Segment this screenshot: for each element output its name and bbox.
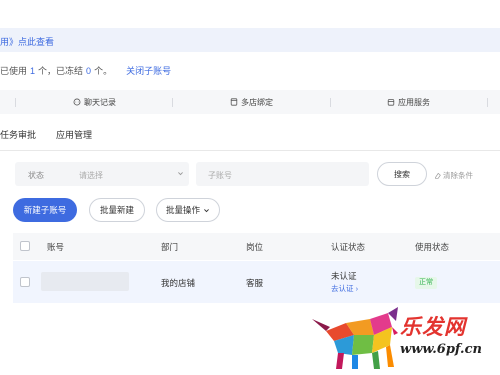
notice-link[interactable]: 用》点此查看 bbox=[0, 35, 54, 48]
watermark-brand-name: 乐发网 bbox=[400, 314, 466, 339]
column-header-auth-status: 认证状态 bbox=[331, 242, 366, 252]
auth-status-cell: 未认证 bbox=[331, 271, 357, 281]
go-verify-link[interactable]: 去认证 › bbox=[331, 283, 358, 294]
column-header-account: 账号 bbox=[47, 242, 65, 252]
department-cell: 我的店铺 bbox=[161, 278, 196, 288]
feature-nav: 聊天记录 多店绑定 应用服务 bbox=[0, 90, 500, 114]
clear-filters-button[interactable]: 清除条件 bbox=[434, 170, 473, 181]
notice-bar: 用》点此查看 bbox=[0, 28, 500, 52]
search-button[interactable]: 搜索 bbox=[377, 162, 427, 186]
used-count: 1 bbox=[30, 66, 36, 76]
nav-item-app-services[interactable]: 应用服务 bbox=[387, 90, 430, 114]
usage-mid: 个，已冻结 bbox=[38, 66, 84, 76]
account-cell bbox=[41, 272, 129, 291]
nav-divider bbox=[487, 98, 488, 107]
batch-ops-label: 批量操作 bbox=[165, 205, 200, 215]
bull-logo-icon bbox=[312, 307, 398, 369]
subaccount-placeholder: 子账号 bbox=[208, 171, 232, 180]
usage-suffix: 个。 bbox=[94, 66, 113, 76]
tab-task-approval[interactable]: 任务审批 bbox=[0, 128, 36, 141]
frozen-count: 0 bbox=[86, 66, 92, 76]
table-header: 账号 部门 岗位 认证状态 使用状态 bbox=[13, 233, 500, 260]
clear-filters-label: 清除条件 bbox=[443, 171, 473, 180]
new-subaccount-label: 新建子账号 bbox=[23, 205, 67, 215]
nav-divider bbox=[330, 98, 331, 107]
status-label: 状态 bbox=[28, 171, 44, 180]
status-select[interactable]: 状态 请选择 bbox=[15, 162, 189, 186]
store-icon bbox=[230, 98, 238, 106]
watermark-logo: 乐发网 www.6pf.cn bbox=[308, 305, 500, 375]
nav-divider bbox=[15, 98, 16, 107]
usage-summary: 已使用 1 个，已冻结 0 个。 关闭子账号 bbox=[0, 64, 171, 77]
nav-divider bbox=[172, 98, 173, 107]
batch-new-button[interactable]: 批量新建 bbox=[89, 198, 145, 222]
chevron-down-icon bbox=[178, 172, 183, 176]
new-subaccount-button[interactable]: 新建子账号 bbox=[13, 198, 77, 222]
table-row: 我的店铺 客服 未认证 去认证 › 正常 bbox=[13, 261, 500, 303]
calendar-icon bbox=[387, 99, 395, 106]
tab-app-management[interactable]: 应用管理 bbox=[56, 128, 92, 141]
status-placeholder: 请选择 bbox=[79, 171, 103, 180]
column-header-position: 岗位 bbox=[246, 242, 264, 252]
column-header-use-status: 使用状态 bbox=[415, 242, 450, 252]
nav-item-multi-store[interactable]: 多店绑定 bbox=[230, 90, 273, 114]
nav-item-label: 聊天记录 bbox=[84, 97, 116, 107]
select-all-checkbox[interactable] bbox=[20, 241, 30, 251]
row-checkbox[interactable] bbox=[20, 277, 30, 287]
usage-prefix: 已使用 bbox=[0, 66, 28, 76]
chat-icon bbox=[73, 98, 81, 106]
position-cell: 客服 bbox=[246, 278, 264, 288]
use-status-badge: 正常 bbox=[415, 277, 437, 289]
subaccount-search-input[interactable]: 子账号 bbox=[196, 162, 369, 186]
batch-new-label: 批量新建 bbox=[99, 205, 134, 215]
chevron-down-icon bbox=[204, 208, 209, 212]
batch-ops-button[interactable]: 批量操作 bbox=[156, 198, 220, 222]
watermark-url: www.6pf.cn bbox=[400, 342, 482, 357]
search-button-label: 搜索 bbox=[394, 169, 410, 179]
chevron-right-icon: › bbox=[355, 284, 359, 293]
nav-item-label: 多店绑定 bbox=[241, 97, 273, 107]
close-subaccount-link[interactable]: 关闭子账号 bbox=[126, 66, 171, 76]
go-verify-label: 去认证 bbox=[331, 284, 354, 293]
nav-item-chat-records[interactable]: 聊天记录 bbox=[73, 90, 116, 114]
eraser-icon bbox=[435, 172, 441, 179]
column-header-department: 部门 bbox=[161, 242, 179, 252]
nav-item-label: 应用服务 bbox=[398, 97, 430, 107]
